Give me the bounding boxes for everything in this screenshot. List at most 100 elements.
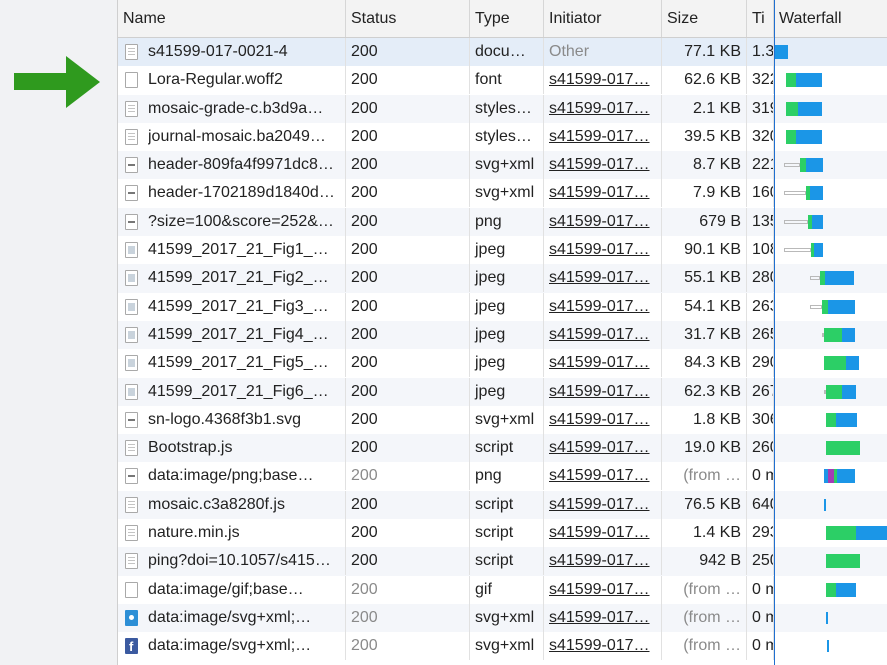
request-name-cell[interactable]: data:image/svg+xml;… <box>118 603 346 632</box>
request-row[interactable]: 41599_2017_21_Fig1_… 200 jpeg s41599-017… 90… <box>118 236 887 265</box>
initiator-link[interactable]: s41599-017… <box>549 637 650 654</box>
initiator-link[interactable]: s41599-017… <box>549 496 650 513</box>
initiator-link[interactable]: s41599-017… <box>549 552 650 569</box>
waterfall-bar-wait <box>826 582 836 597</box>
request-name-cell[interactable]: 41599_2017_21_Fig5_… <box>118 349 346 378</box>
request-row[interactable]: mosaic.c3a8280f.js 200 script s41599-017… 76… <box>118 490 887 520</box>
request-row[interactable]: 41599_2017_21_Fig6_… 200 jpeg s41599-017… 62… <box>118 377 887 406</box>
column-header-size[interactable]: Size <box>662 0 747 37</box>
request-name-cell[interactable]: 41599_2017_21_Fig4_… <box>118 320 346 349</box>
request-name-cell[interactable]: data:image/png;base… <box>118 462 346 491</box>
request-name-cell[interactable]: data:image/svg+xml;… <box>118 632 346 661</box>
request-row[interactable]: mosaic-grade-c.b3d9a… 200 styles… s41599-01… <box>118 94 887 123</box>
request-row[interactable]: 41599_2017_21_Fig3_… 200 jpeg s41599-017… 54… <box>118 292 887 321</box>
initiator-link[interactable]: s41599-017… <box>549 156 650 173</box>
initiator-link[interactable]: s41599-017… <box>549 128 650 145</box>
request-row[interactable]: data:image/svg+xml;… 200svg+xml s41599-017… <box>118 632 887 661</box>
request-row[interactable]: ?size=100&score=252&… 200 png s41599-017… 67… <box>118 207 887 237</box>
column-header-status[interactable]: Status <box>346 0 470 37</box>
column-header-initiator[interactable]: Initiator <box>544 0 662 37</box>
initiator-link[interactable]: s41599-017… <box>549 241 650 258</box>
request-type: jpeg <box>470 377 544 406</box>
initiator-link[interactable]: s41599-017… <box>549 213 650 230</box>
initiator-link[interactable]: s41599-017… <box>549 184 650 201</box>
initiator-link[interactable]: s41599-017… <box>549 383 650 400</box>
request-name-cell[interactable]: Bootstrap.js <box>118 434 346 463</box>
request-name-cell[interactable]: ?size=100&score=252&… <box>118 207 346 236</box>
request-status: 200 <box>346 547 470 576</box>
request-row[interactable]: ping?doi=10.1057/s415… 200 script s41599-01… <box>118 547 887 576</box>
initiator-link[interactable]: s41599-017… <box>549 439 650 456</box>
request-row[interactable]: Lora-Regular.woff2 200 font s41599-017… 62.6… <box>118 66 887 95</box>
waterfall-bar-dl <box>796 129 822 144</box>
waterfall-bar-wait <box>826 526 856 541</box>
request-name-cell[interactable]: sn-logo.4368f3b1.svg <box>118 405 346 434</box>
request-name: nature.min.js <box>148 524 240 542</box>
waterfall-bar-dl <box>837 469 855 484</box>
request-name-cell[interactable]: 41599_2017_21_Fig1_… <box>118 236 346 265</box>
initiator-link[interactable]: s41599-017… <box>549 411 650 428</box>
request-name-cell[interactable]: mosaic.c3a8280f.js <box>118 490 346 519</box>
request-name: mosaic.c3a8280f.js <box>148 495 285 513</box>
request-row[interactable]: s41599-017-0021-4 200 docu… Other 77.1 KB 1.3 <box>118 38 887 67</box>
request-type: svg+xml <box>470 632 544 661</box>
request-type: jpeg <box>470 320 544 349</box>
request-row[interactable]: data:image/png;base… 200 png s41599-017… (fr… <box>118 462 887 491</box>
request-name-cell[interactable]: header-809fa4f9971dc8… <box>118 151 346 180</box>
request-type: script <box>470 434 544 463</box>
request-name-cell[interactable]: header-1702189d1840d… <box>118 179 346 208</box>
column-header-waterfall[interactable]: Waterfall <box>774 0 887 37</box>
request-row[interactable]: Bootstrap.js 200 script s41599-017… 19.0 KB 2… <box>118 434 887 463</box>
request-initiator: s41599-017… <box>544 320 662 349</box>
initiator-link[interactable]: s41599-017… <box>549 354 650 371</box>
request-name-cell[interactable]: journal-mosaic.ba2049… <box>118 122 346 151</box>
initiator-link[interactable]: s41599-017… <box>549 71 650 88</box>
waterfall-bar-dl <box>836 582 856 597</box>
column-header-type[interactable]: Type <box>470 0 544 37</box>
request-row[interactable]: 41599_2017_21_Fig2_… 200 jpeg s41599-017… 55… <box>118 264 887 293</box>
doc-icon <box>125 44 138 60</box>
initiator-link[interactable]: s41599-017… <box>549 581 650 598</box>
initiator-link[interactable]: s41599-017… <box>549 524 650 541</box>
request-row[interactable]: header-1702189d1840d… 200 svg+xml s41599-01… <box>118 179 887 208</box>
request-row[interactable]: sn-logo.4368f3b1.svg 200 svg+xml s41599-017… <box>118 405 887 435</box>
request-name-cell[interactable]: ping?doi=10.1057/s415… <box>118 547 346 576</box>
request-initiator: s41599-017… <box>544 94 662 123</box>
request-status: 200 <box>346 179 470 208</box>
request-status: 200 <box>346 603 470 632</box>
request-row[interactable]: journal-mosaic.ba2049… 200 styles… s41599-0… <box>118 122 887 152</box>
request-name-cell[interactable]: 41599_2017_21_Fig2_… <box>118 264 346 293</box>
request-type: svg+xml <box>470 179 544 208</box>
request-row[interactable]: 41599_2017_21_Fig4_… 200 jpeg s41599-017… 31… <box>118 320 887 350</box>
request-row[interactable]: data:image/svg+xml;… 200svg+xml s41599-017… <box>118 603 887 633</box>
request-name: 41599_2017_21_Fig4_… <box>148 325 329 343</box>
column-header-name[interactable]: Name <box>118 0 346 37</box>
request-waterfall <box>774 378 887 406</box>
request-name-cell[interactable]: 41599_2017_21_Fig6_… <box>118 377 346 406</box>
request-size: 2.1 KB <box>662 94 747 123</box>
initiator-link[interactable]: s41599-017… <box>549 100 650 117</box>
request-time: 135 <box>747 207 774 236</box>
request-row[interactable]: header-809fa4f9971dc8… 200 svg+xml s41599-0… <box>118 151 887 180</box>
request-name-cell[interactable]: Lora-Regular.woff2 <box>118 66 346 95</box>
request-name-cell[interactable]: s41599-017-0021-4 <box>118 38 346 66</box>
initiator-link[interactable]: s41599-017… <box>549 467 650 484</box>
image-icon <box>125 326 138 343</box>
request-name-cell[interactable]: mosaic-grade-c.b3d9a… <box>118 94 346 123</box>
request-row[interactable]: data:image/gif;base… 200 gif s41599-017… (fr… <box>118 575 887 604</box>
waterfall-bar-dl <box>842 384 856 399</box>
initiator-link[interactable]: s41599-017… <box>549 269 650 286</box>
image-icon <box>125 383 138 400</box>
request-status: 200 <box>346 236 470 265</box>
request-row[interactable]: 41599_2017_21_Fig5_… 200 jpeg s41599-017… 84… <box>118 349 887 378</box>
initiator-link[interactable]: s41599-017… <box>549 326 650 343</box>
request-name-cell[interactable]: nature.min.js <box>118 519 346 548</box>
column-header-time[interactable]: Ti <box>747 0 774 37</box>
request-name-cell[interactable]: 41599_2017_21_Fig3_… <box>118 292 346 321</box>
initiator-link[interactable]: s41599-017… <box>549 298 650 315</box>
request-size: 942 B <box>662 547 747 576</box>
request-row[interactable]: nature.min.js 200 script s41599-017… 1.4 KB 2… <box>118 519 887 548</box>
request-type: styles… <box>470 94 544 123</box>
initiator-link[interactable]: s41599-017… <box>549 609 650 626</box>
request-name-cell[interactable]: data:image/gif;base… <box>118 575 346 604</box>
